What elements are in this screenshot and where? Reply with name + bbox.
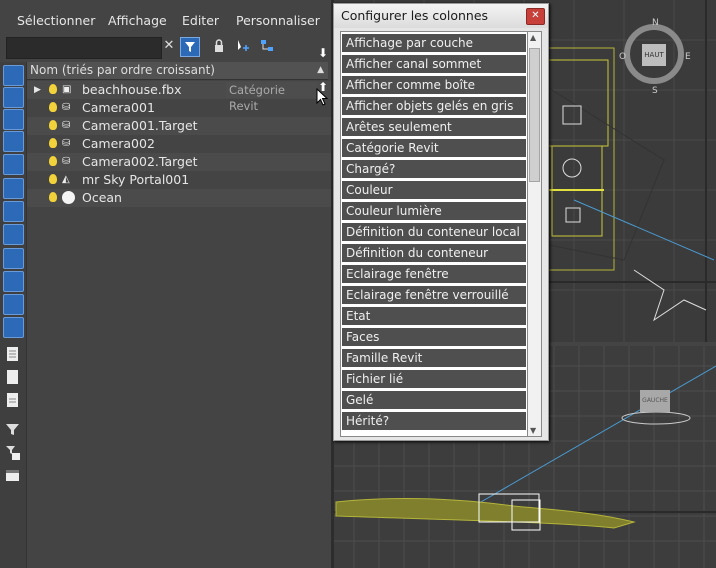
list-item[interactable]: Couleur [342, 181, 526, 200]
camera-icon: ⛁ [62, 138, 71, 149]
row-name: Camera001 [82, 100, 155, 115]
mouse-cursor-icon [316, 88, 328, 106]
object-icon: ▣ [62, 84, 72, 95]
display-groups-icon[interactable] [3, 224, 24, 245]
list-item[interactable]: Affichage par couche [342, 34, 526, 53]
filter-icon[interactable] [180, 37, 200, 57]
display-cameras-icon[interactable] [3, 154, 24, 175]
select-all-icon[interactable] [3, 65, 24, 86]
list-item[interactable]: Etat [342, 307, 526, 326]
drop-arrow-down-icon: ⬇ [318, 46, 329, 60]
expand-arrow-icon[interactable]: ▶ [34, 81, 41, 99]
display-bones-icon[interactable] [3, 271, 24, 292]
list-item[interactable]: Définition du conteneur local [342, 223, 526, 242]
dialog-title: Configurer les colonnes [341, 8, 489, 23]
compass-west: O [619, 52, 627, 62]
light-bulb-icon[interactable] [49, 192, 57, 202]
list-invert-icon[interactable] [3, 391, 22, 410]
light-bulb-icon[interactable] [49, 156, 57, 166]
scrollbar-thumb[interactable] [529, 48, 540, 182]
left-toolbar [0, 62, 27, 568]
list-item[interactable]: Gelé [342, 391, 526, 410]
list-item[interactable]: Eclairage fenêtre verrouillé [342, 286, 526, 305]
list-item[interactable]: Couleur lumière [342, 202, 526, 221]
row-name: beachhouse.fbx [82, 82, 182, 97]
viewcube-face-bottom[interactable]: GAUCHE [640, 390, 670, 412]
list-item[interactable]: Hérité? [342, 412, 526, 431]
column-tooltip: Catégorie Revit [226, 82, 317, 113]
configure-columns-dialog: Configurer les colonnes ✕ Affichage par … [333, 3, 549, 441]
list-all-icon[interactable] [3, 345, 22, 364]
light-bulb-icon[interactable] [49, 174, 57, 184]
compass-north: N [652, 18, 659, 28]
columns-list: Affichage par couche Afficher canal somm… [340, 31, 529, 437]
menu-selectionner[interactable]: Sélectionner [17, 13, 95, 28]
display-xrefs-icon[interactable] [3, 248, 24, 269]
display-shapes-icon[interactable] [3, 109, 24, 130]
table-row[interactable]: Ocean [27, 189, 331, 207]
list-item[interactable]: Famille Revit [342, 349, 526, 368]
menu-bar: Sélectionner Affichage Editer Personnali… [0, 0, 334, 36]
scroll-down-icon[interactable]: ▼ [530, 426, 536, 435]
sort-ascending-icon: ▲ [317, 65, 324, 75]
row-name: Camera002 [82, 136, 155, 151]
table-row[interactable]: ◭ mr Sky Portal001 [27, 171, 331, 189]
toolbar-toggle-icon[interactable] [3, 466, 22, 485]
light-bulb-icon[interactable] [49, 120, 57, 130]
menu-affichage[interactable]: Affichage [108, 13, 167, 28]
column-header-label: Nom (triés par ordre croissant) [30, 63, 215, 77]
column-header-name[interactable]: Nom (triés par ordre croissant) ▲ [27, 62, 328, 80]
table-row[interactable]: ⛁ Camera001.Target [27, 117, 331, 135]
list-item[interactable]: Afficher canal sommet [342, 55, 526, 74]
dialog-titlebar[interactable]: Configurer les colonnes [334, 4, 548, 28]
light-icon: ◭ [62, 174, 70, 185]
search-input[interactable] [6, 37, 162, 59]
menu-editer[interactable]: Editer [182, 13, 219, 28]
list-item[interactable]: Arêtes seulement [342, 118, 526, 137]
row-name: Camera002.Target [82, 154, 198, 169]
light-bulb-icon[interactable] [49, 102, 57, 112]
camera-icon: ⛁ [62, 156, 71, 167]
close-icon[interactable]: ✕ [526, 8, 545, 25]
table-row[interactable]: ⛁ Camera002.Target [27, 153, 331, 171]
display-frozen-icon[interactable] [3, 317, 24, 338]
display-spacewarps-icon[interactable] [3, 201, 24, 222]
list-item[interactable]: Chargé? [342, 160, 526, 179]
list-item[interactable]: Catégorie Revit [342, 139, 526, 158]
list-item[interactable]: Afficher comme boîte [342, 76, 526, 95]
display-containers-icon[interactable] [3, 294, 24, 315]
list-item[interactable]: Définition du conteneur source [342, 244, 526, 279]
display-helpers-icon[interactable] [3, 178, 24, 199]
row-name: mr Sky Portal001 [82, 172, 190, 187]
scroll-up-icon[interactable]: ▲ [530, 33, 536, 42]
table-row[interactable]: ⛁ Camera001 [27, 99, 331, 117]
display-geometry-icon[interactable] [3, 87, 24, 108]
compass-east: E [685, 52, 691, 62]
camera-icon: ⛁ [62, 102, 71, 113]
compass-south: S [652, 86, 658, 96]
list-item[interactable]: Afficher objets gelés en gris [342, 97, 526, 116]
clear-search-icon[interactable]: ✕ [160, 37, 178, 55]
list-item[interactable]: Fichier lié [342, 370, 526, 389]
table-row[interactable]: ⛁ Camera002 [27, 135, 331, 153]
row-name: Ocean [82, 190, 122, 205]
light-bulb-icon[interactable] [49, 138, 57, 148]
list-none-icon[interactable] [3, 368, 22, 387]
lock-icon[interactable] [210, 37, 228, 55]
row-name: Camera001.Target [82, 118, 198, 133]
filter-list-icon[interactable] [3, 443, 22, 462]
sphere-icon [62, 191, 75, 204]
camera-icon: ⛁ [62, 120, 71, 131]
display-lights-icon[interactable] [3, 131, 24, 152]
light-bulb-icon[interactable] [49, 84, 57, 94]
add-icon[interactable] [234, 37, 252, 55]
list-item[interactable]: Eclairage fenêtre [342, 265, 526, 284]
hierarchy-icon[interactable] [258, 37, 276, 55]
viewcube-face[interactable]: HAUT [642, 44, 666, 66]
filter-funnel-icon[interactable] [3, 420, 22, 439]
menu-personnaliser[interactable]: Personnaliser [236, 13, 320, 28]
list-item[interactable]: Faces [342, 328, 526, 347]
